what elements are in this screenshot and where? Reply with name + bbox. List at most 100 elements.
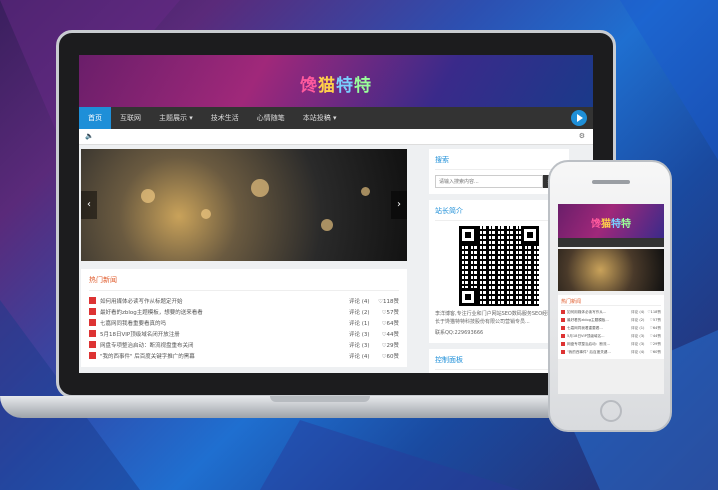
- nav-item-submit[interactable]: 本站投稿 ▾: [294, 107, 346, 129]
- home-button-icon[interactable]: [600, 400, 622, 422]
- item-likes: ♡57赞: [649, 317, 661, 322]
- item-likes: ♡118赞: [378, 298, 399, 305]
- article-icon: [89, 341, 96, 348]
- article-icon: [561, 326, 565, 330]
- list-item[interactable]: 5月18日VIP顶级域名... 评论 (3) ♡44赞: [561, 332, 661, 340]
- phone-hot-news-title: 热门新闻: [561, 298, 661, 306]
- laptop-screen: 馋猫特特 首页 互联网 主题展示 ▾ 技术生活 心情随笔 本站投稿 ▾ 🔈 ⚙ …: [79, 55, 593, 373]
- bokeh-dot: [201, 209, 211, 219]
- notice-bar: 🔈 ⚙: [79, 129, 593, 145]
- item-comments: 评论 (1): [349, 320, 370, 327]
- logo-char: 猫: [318, 76, 336, 96]
- item-likes: ♡29赞: [649, 341, 661, 346]
- search-title: 搜索: [435, 155, 563, 170]
- main-column: ‹ › 热门新闻 如何用媒体必读写作从标题定开始 评论 (4) ♡118赞 最好看的z…: [81, 149, 407, 367]
- item-comments: 评论 (3): [349, 331, 370, 338]
- play-icon[interactable]: [571, 110, 587, 126]
- item-comments: 评论 (1): [631, 325, 645, 330]
- article-icon: [561, 350, 565, 354]
- site-logo[interactable]: 馋猫特特: [79, 71, 593, 96]
- article-icon: [561, 318, 565, 322]
- hot-news-list: 如何用媒体必读写作从标题定开始 评论 (4) ♡118赞 最好看的zblog主题模板，…: [89, 295, 399, 361]
- item-title[interactable]: 如何用媒体必读写作从标题定开始: [100, 297, 349, 305]
- bokeh-dot: [251, 179, 269, 197]
- item-comments: 评论 (4): [631, 349, 645, 354]
- item-likes: ♡44赞: [649, 333, 661, 338]
- phone-nav[interactable]: [558, 238, 664, 247]
- article-icon: [561, 310, 565, 314]
- item-comments: 评论 (4): [349, 298, 370, 305]
- item-comments: 评论 (2): [349, 309, 370, 316]
- item-title[interactable]: 5月18日VIP顶级域名...: [567, 334, 631, 339]
- nav-item-home[interactable]: 首页: [79, 107, 111, 129]
- laptop-notch: [270, 396, 370, 402]
- phone-hot-news-panel: 热门新闻 如何用媒体必读写作从... 评论 (4) ♡118赞 最好看的zblog主题…: [558, 295, 664, 359]
- item-likes: ♡60赞: [381, 353, 399, 360]
- search-input[interactable]: [435, 175, 543, 188]
- hot-news-title: 热门新闻: [89, 275, 399, 291]
- nav-item-notes[interactable]: 心情随笔: [248, 107, 294, 129]
- nav-item-themes[interactable]: 主题展示 ▾: [150, 107, 202, 129]
- phone-slider: [558, 249, 664, 291]
- item-title[interactable]: "我的西事件" 后百度关键...: [567, 350, 631, 355]
- logo-char: 特: [336, 76, 354, 96]
- qr-code: [459, 226, 539, 306]
- item-title[interactable]: 网盘专项整治启动：断流视盘重布关闭: [100, 341, 349, 349]
- list-item[interactable]: "我的西事件" 后百度关键... 评论 (4) ♡60赞: [561, 348, 661, 356]
- item-title[interactable]: 七嘉网同我看重要看...: [567, 326, 631, 331]
- phone-frame: 馋猫特特 热门新闻 如何用媒体必读写作从... 评论 (4) ♡118赞 最好看的zb…: [548, 160, 672, 432]
- control-title: 控制面板: [435, 355, 563, 370]
- item-likes: ♡64赞: [381, 320, 399, 327]
- item-likes: ♡44赞: [381, 331, 399, 338]
- list-item[interactable]: 如何用媒体必读写作从标题定开始 评论 (4) ♡118赞: [89, 295, 399, 306]
- about-text: 李洋博客,专注行业和门户网站SEO数码服务SEO经验，擅长于馋猫特特科技股份有限…: [435, 311, 563, 325]
- phone-hot-news-list: 如何用媒体必读写作从... 评论 (4) ♡118赞 最好看的zblog主题模板...…: [561, 308, 661, 356]
- item-comments: 评论 (2): [631, 317, 645, 322]
- about-contact: 联系QQ:229693666: [435, 330, 484, 336]
- item-title[interactable]: 如何用媒体必读写作从...: [567, 310, 631, 315]
- nav-item-tech-life[interactable]: 技术生活: [202, 107, 248, 129]
- logo-char: 特: [611, 219, 621, 230]
- list-item[interactable]: 最好看的zblog主题模板，想要的送来看看 评论 (2) ♡57赞: [89, 306, 399, 317]
- list-item[interactable]: 网盘专项整治启动：断流视盘重布关闭 评论 (3) ♡29赞: [89, 339, 399, 350]
- item-title[interactable]: 最好看的zblog主题模板...: [567, 318, 631, 323]
- list-item[interactable]: 网盘专项整治启动：断流... 评论 (3) ♡29赞: [561, 340, 661, 348]
- item-comments: 评论 (4): [631, 309, 645, 314]
- item-likes: ♡60赞: [649, 349, 661, 354]
- item-title[interactable]: 网盘专项整治启动：断流...: [567, 342, 631, 347]
- list-item[interactable]: 5月18日VIP顶级域名闭开放注册 评论 (3) ♡44赞: [89, 328, 399, 339]
- list-item[interactable]: 最好看的zblog主题模板... 评论 (2) ♡57赞: [561, 316, 661, 324]
- list-item[interactable]: 七嘉网同我看重要看真的吗 评论 (1) ♡64赞: [89, 317, 399, 328]
- phone-logo[interactable]: 馋猫特特: [558, 204, 664, 230]
- slider-prev-icon[interactable]: ‹: [81, 191, 97, 219]
- site-header: 馋猫特特: [79, 55, 593, 107]
- slider-next-icon[interactable]: ›: [391, 191, 407, 219]
- item-title[interactable]: 七嘉网同我看重要看真的吗: [100, 319, 349, 327]
- list-item[interactable]: 七嘉网同我看重要看... 评论 (1) ♡64赞: [561, 324, 661, 332]
- speaker-icon: 🔈: [85, 132, 94, 140]
- item-comments: 评论 (3): [631, 333, 645, 338]
- item-likes: ♡118赞: [647, 309, 661, 314]
- logo-char: 特: [621, 219, 631, 230]
- image-slider: ‹ ›: [81, 149, 407, 261]
- article-icon: [89, 352, 96, 359]
- logo-char: 馋: [300, 76, 318, 96]
- item-comments: 评论 (3): [631, 341, 645, 346]
- item-comments: 评论 (4): [349, 353, 370, 360]
- settings-icon[interactable]: ⚙: [579, 132, 585, 140]
- list-item[interactable]: "我的西事件" 后百度关键字推广的黑幕 评论 (4) ♡60赞: [89, 350, 399, 361]
- item-title[interactable]: 最好看的zblog主题模板，想要的送来看看: [100, 308, 349, 316]
- logo-char: 特: [354, 76, 372, 96]
- list-item[interactable]: 如何用媒体必读写作从... 评论 (4) ♡118赞: [561, 308, 661, 316]
- article-icon: [561, 334, 565, 338]
- item-title[interactable]: "我的西事件" 后百度关键字推广的黑幕: [100, 352, 349, 360]
- article-icon: [89, 297, 96, 304]
- logo-char: 馋: [591, 219, 601, 230]
- phone-header: 馋猫特特: [558, 204, 664, 238]
- about-title: 站长简介: [435, 206, 563, 221]
- item-likes: ♡57赞: [381, 309, 399, 316]
- logo-char: 猫: [601, 219, 611, 230]
- nav-item-internet[interactable]: 互联网: [111, 107, 150, 129]
- item-title[interactable]: 5月18日VIP顶级域名闭开放注册: [100, 330, 349, 338]
- bokeh-dot: [361, 187, 370, 196]
